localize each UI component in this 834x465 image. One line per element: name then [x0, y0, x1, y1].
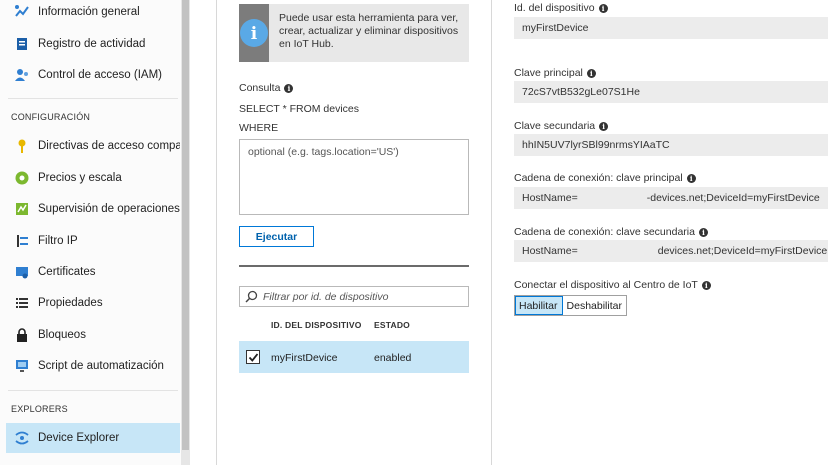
primary-connection-string-label: Cadena de conexión: clave principal i	[514, 172, 696, 184]
search-icon	[245, 290, 258, 303]
sidebar-item-overview[interactable]: Información general	[6, 0, 180, 27]
sidebar-item-activity-log[interactable]: Registro de actividad	[6, 29, 180, 59]
ip-filter-icon	[14, 233, 30, 249]
disable-option[interactable]: Deshabilitar	[562, 296, 626, 315]
column-header-status[interactable]: ESTADO	[374, 320, 410, 330]
column-header-device-id[interactable]: ID. DEL DISPOSITIVO	[271, 320, 362, 330]
enable-option[interactable]: Habilitar	[515, 296, 563, 315]
connection-string-prefix: HostName=	[522, 192, 578, 204]
monitoring-icon	[14, 201, 30, 217]
lock-icon	[14, 327, 30, 343]
sidebar-item-label: Bloqueos	[38, 329, 86, 341]
access-control-icon	[14, 67, 30, 83]
sidebar-item-label: Propiedades	[38, 297, 103, 309]
device-id-label: Id. del dispositivo i	[514, 2, 608, 14]
device-filter-input[interactable]: Filtrar por id. de dispositivo	[239, 286, 469, 307]
sidebar-divider	[8, 390, 178, 391]
pricing-icon	[14, 170, 30, 186]
svg-text:i: i	[251, 24, 258, 44]
sidebar-scrollbar[interactable]	[181, 0, 190, 465]
info-icon[interactable]: i	[599, 121, 609, 131]
status-cell: enabled	[374, 352, 412, 364]
sidebar-item-operations-monitoring[interactable]: Supervisión de operaciones	[6, 194, 180, 224]
key-icon	[14, 138, 30, 154]
primary-key-label: Clave principal i	[514, 67, 596, 79]
device-id-cell: myFirstDevice	[271, 352, 338, 364]
sidebar-item-label: Control de acceso (IAM)	[38, 69, 162, 81]
info-icon[interactable]: i	[701, 280, 711, 290]
connection-string-prefix: HostName=	[522, 245, 578, 257]
sidebar-item-certificates[interactable]: Certificates	[6, 257, 180, 287]
info-banner-text: Puede usar esta herramienta para ver, cr…	[279, 12, 459, 50]
overview-icon	[14, 4, 30, 20]
primary-key-field[interactable]: 72cS7vtB532gLe07S1He	[514, 81, 828, 103]
info-icon[interactable]: i	[686, 173, 696, 183]
properties-icon	[14, 295, 30, 311]
sidebar-item-shared-access-policies[interactable]: Directivas de acceso compar...	[6, 131, 180, 161]
activity-log-icon	[14, 36, 30, 52]
sidebar-item-automation-script[interactable]: Script de automatización	[6, 351, 180, 381]
primary-connection-string-field[interactable]: HostName= -devices.net;DeviceId=myFirstD…	[514, 187, 828, 209]
sidebar-item-label: Directivas de acceso compar...	[38, 140, 180, 152]
sidebar-item-label: Script de automatización	[38, 360, 164, 372]
section-header-configuracion: CONFIGURACIÓN	[11, 112, 91, 122]
checkmark-icon	[248, 352, 258, 362]
sidebar-item-label: Supervisión de operaciones	[38, 203, 180, 215]
sidebar-item-label: Información general	[38, 6, 140, 18]
sidebar-item-access-control[interactable]: Control de acceso (IAM)	[6, 60, 180, 90]
section-divider	[239, 265, 469, 267]
connect-device-label: Conectar el dispositivo al Centro de IoT…	[514, 279, 711, 291]
sidebar-item-label: Certificates	[38, 266, 96, 278]
query-label: Consulta i	[239, 82, 294, 94]
sidebar-item-label: Device Explorer	[38, 432, 120, 444]
sidebar-item-label: Registro de actividad	[38, 38, 146, 50]
automation-script-icon	[14, 358, 30, 374]
sidebar-item-device-explorer[interactable]: Device Explorer	[6, 423, 180, 453]
sidebar-item-pricing[interactable]: Precios y escala	[6, 163, 180, 193]
sidebar-item-label: Filtro IP	[38, 235, 78, 247]
info-banner-icon-area: i	[239, 4, 269, 62]
info-icon[interactable]: i	[598, 3, 608, 13]
info-banner: i Puede usar esta herramienta para ver, …	[239, 4, 469, 62]
sidebar-item-locks[interactable]: Bloqueos	[6, 320, 180, 350]
sidebar-item-label: Precios y escala	[38, 172, 122, 184]
connect-device-toggle[interactable]: Habilitar Deshabilitar	[514, 295, 627, 316]
run-query-button[interactable]: Ejecutar	[239, 226, 314, 247]
secondary-key-label: Clave secundaria i	[514, 120, 609, 132]
device-explorer-icon	[14, 430, 30, 446]
row-checkbox[interactable]	[246, 350, 260, 364]
sidebar-item-ip-filter[interactable]: Filtro IP	[6, 226, 180, 256]
info-icon[interactable]: i	[284, 83, 294, 93]
connection-string-suffix: -devices.net;DeviceId=myFirstDevice	[646, 192, 820, 204]
info-icon[interactable]: i	[586, 68, 596, 78]
query-select-line: SELECT * FROM devices	[239, 103, 360, 115]
secondary-connection-string-field[interactable]: HostName= devices.net;DeviceId=myFirstDe…	[514, 240, 828, 262]
sidebar-scrollbar-thumb[interactable]	[182, 0, 189, 450]
secondary-key-field[interactable]: hhIN5UV7lyrSBl99nrmsYIAaTC	[514, 134, 828, 156]
secondary-connection-string-label: Cadena de conexión: clave secundaria i	[514, 226, 708, 238]
device-filter-placeholder: Filtrar por id. de dispositivo	[263, 290, 389, 303]
info-icon[interactable]: i	[698, 227, 708, 237]
connection-string-suffix: devices.net;DeviceId=myFirstDevice	[657, 245, 828, 257]
certificate-icon	[14, 264, 30, 280]
info-icon: i	[240, 19, 268, 47]
where-clause-input[interactable]: optional (e.g. tags.location='US')	[239, 139, 469, 215]
section-header-explorers: EXPLORERS	[11, 404, 68, 414]
query-where-line: WHERE	[239, 122, 279, 134]
sidebar-divider	[8, 98, 178, 99]
sidebar: Información general Registro de activida…	[0, 0, 190, 465]
sidebar-item-properties[interactable]: Propiedades	[6, 288, 180, 318]
device-id-field[interactable]: myFirstDevice	[514, 17, 828, 39]
